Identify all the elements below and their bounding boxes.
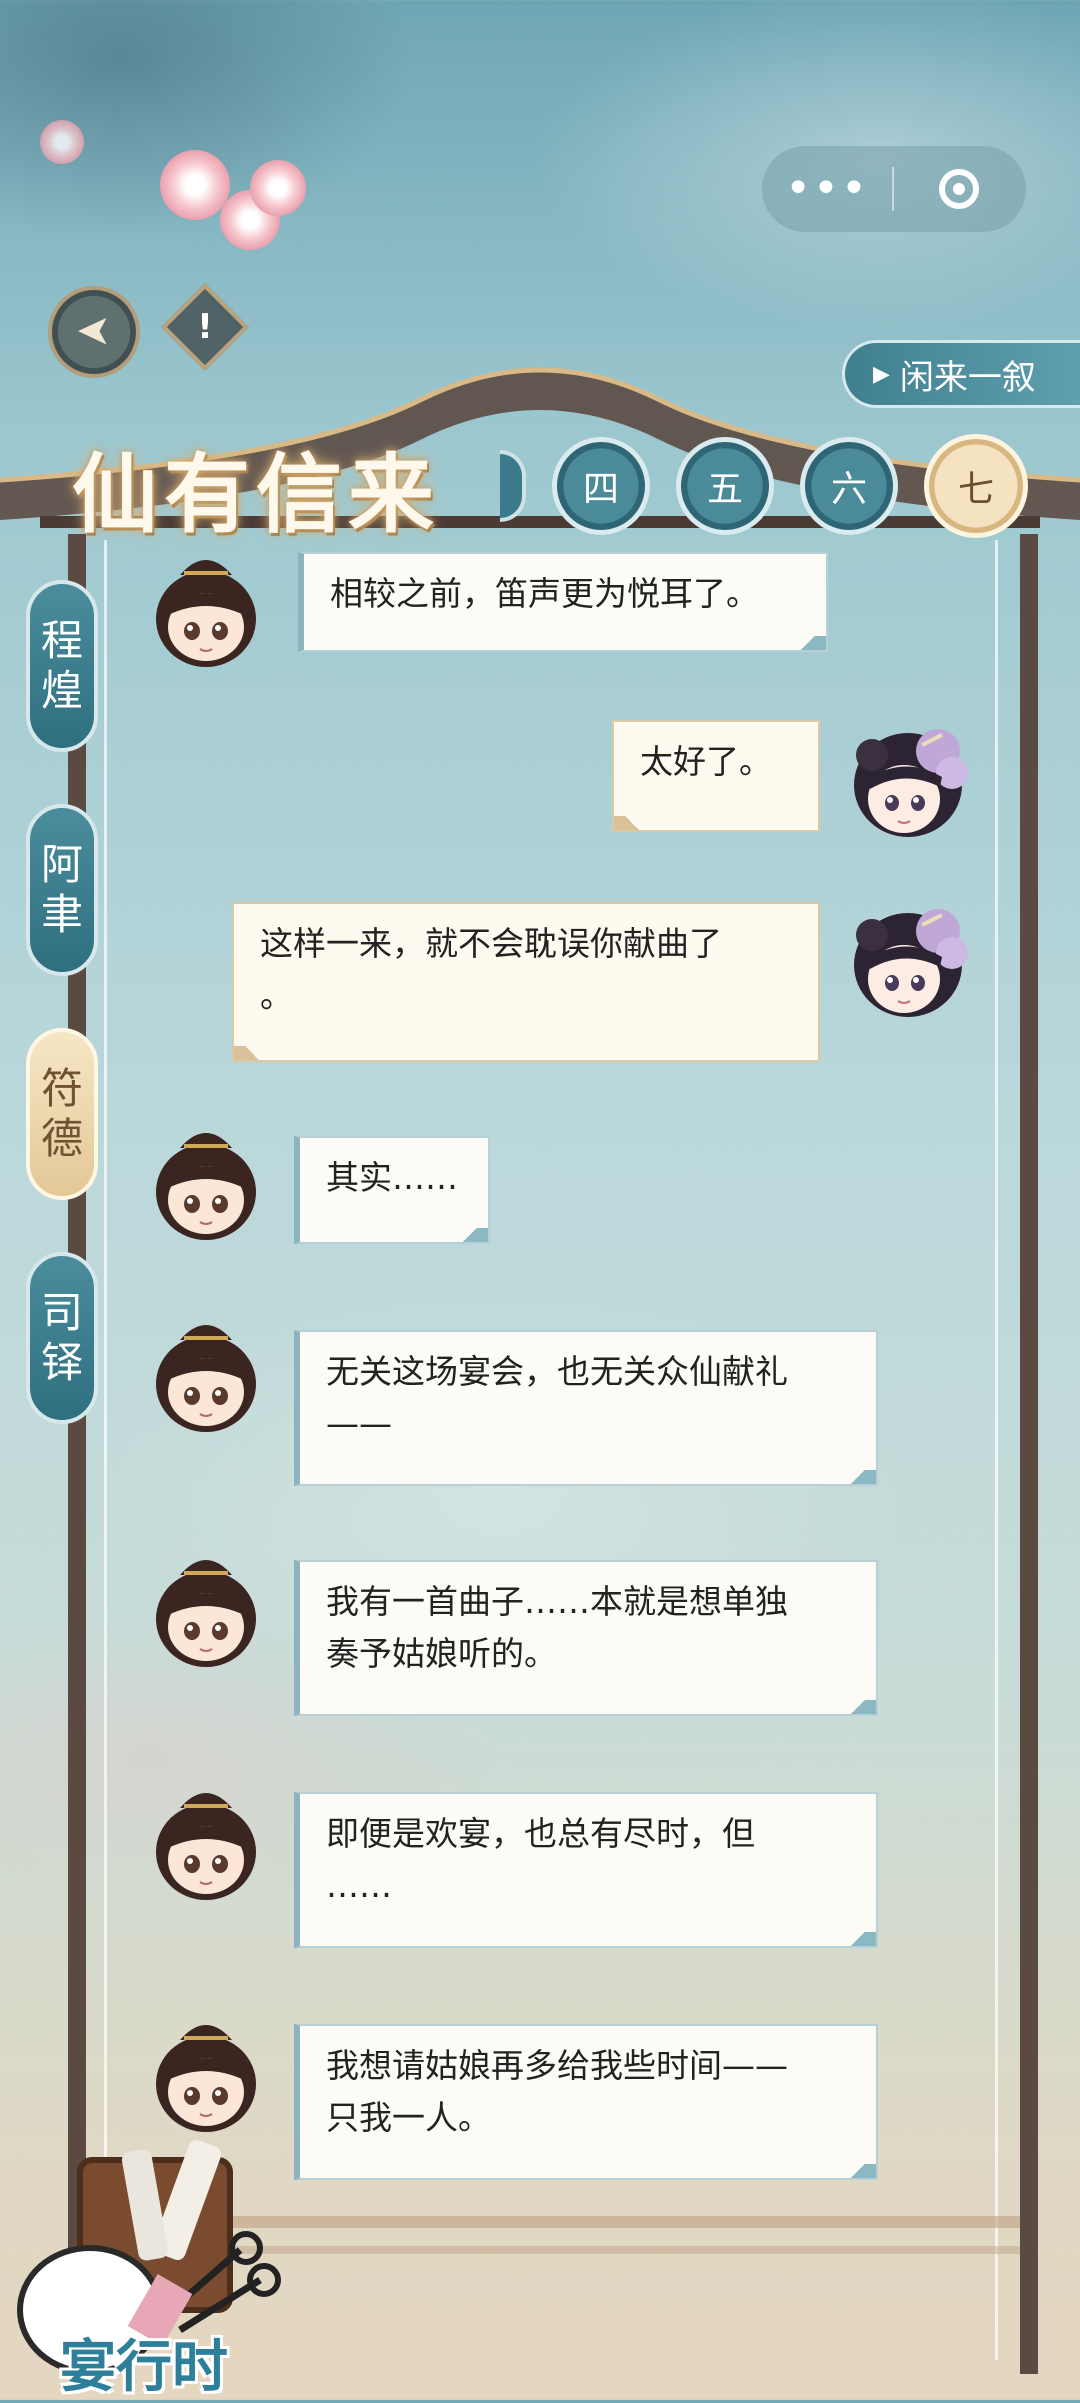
- sidebar-tab-fude[interactable]: 符 德: [26, 1028, 98, 1200]
- message-bubble: 这样一来，就不会耽误你献曲了。: [232, 902, 820, 1062]
- player-avatar[interactable]: [842, 715, 974, 847]
- message-text-line: 我想请姑娘再多给我些时间——: [326, 2046, 788, 2085]
- message-text-line: 这样一来，就不会耽误你献曲了: [260, 924, 722, 963]
- character-sidebar: 程 煌 阿 聿 符 德 司 铎: [26, 580, 98, 1424]
- speaker-avatar[interactable]: [140, 1778, 272, 1910]
- chapter-tab-5[interactable]: 五: [676, 437, 774, 535]
- sidebar-tab-chenghuang[interactable]: 程 煌: [26, 580, 98, 752]
- message-text-line: 其实……: [326, 1158, 458, 1197]
- message-text-line: 相较之前，笛声更为悦耳了。: [330, 574, 759, 613]
- blossom-decoration: [250, 160, 306, 216]
- message-text-line: 无关这场宴会，也无关众仙献礼: [326, 1352, 788, 1391]
- tab-char: 阿: [40, 840, 83, 889]
- tab-char: 煌: [40, 666, 83, 715]
- chapter-tab-4[interactable]: 四: [552, 437, 650, 535]
- message-text-line: 奏予姑娘听的。: [326, 1634, 557, 1673]
- message-bubble: 我想请姑娘再多给我些时间—— 只我一人。: [294, 2024, 878, 2180]
- speaker-avatar[interactable]: [140, 1118, 272, 1250]
- blossom-decoration: [40, 120, 84, 164]
- page-title: 仙有信来: [72, 444, 440, 545]
- more-dots-icon[interactable]: •••: [762, 167, 892, 211]
- speaker-avatar[interactable]: [140, 545, 272, 677]
- footer-label[interactable]: 宴行时: [60, 2322, 228, 2403]
- message-text-line: 太好了。: [640, 742, 772, 781]
- speaker-avatar[interactable]: [140, 1545, 272, 1677]
- message-bubble: 无关这场宴会，也无关众仙献礼 ——: [294, 1330, 878, 1486]
- tab-char: 聿: [40, 890, 83, 939]
- message-text-line: ——: [326, 1404, 392, 1443]
- tab-char: 符: [40, 1064, 83, 1113]
- chapter-tab-6[interactable]: 六: [800, 437, 898, 535]
- miniprogram-capsule: •••: [762, 146, 1026, 232]
- message-text-line: 。: [260, 976, 293, 1015]
- tab-char: 司: [40, 1288, 83, 1337]
- message-bubble: 我有一首曲子……本就是想单独 奏予姑娘听的。: [294, 1560, 878, 1716]
- message-bubble: 太好了。: [612, 720, 820, 832]
- tab-char: 铎: [40, 1338, 83, 1387]
- speaker-avatar[interactable]: [140, 1310, 272, 1442]
- sidebar-tab-ayu[interactable]: 阿 聿: [26, 804, 98, 976]
- message-bubble: 其实……: [294, 1136, 490, 1244]
- tab-char: 程: [40, 616, 83, 665]
- chapter-tab-partial[interactable]: [500, 450, 526, 522]
- message-bubble: 即便是欢宴，也总有尽时，但 ……: [294, 1792, 878, 1948]
- blossom-decoration: [160, 150, 230, 220]
- message-text-line: 我有一首曲子……本就是想单独: [326, 1582, 788, 1621]
- chapter-tabs: 四 五 六 七: [500, 434, 1028, 538]
- message-text-line: 即便是欢宴，也总有尽时，但: [326, 1814, 755, 1853]
- target-circle-icon[interactable]: [894, 169, 1024, 209]
- sidebar-tab-siduo[interactable]: 司 铎: [26, 1252, 98, 1424]
- tab-char: 德: [40, 1114, 83, 1163]
- message-bubble: 相较之前，笛声更为悦耳了。: [298, 552, 828, 652]
- chapter-tab-7[interactable]: 七: [924, 434, 1028, 538]
- message-text-line: 只我一人。: [326, 2098, 491, 2137]
- message-text-line: ……: [326, 1866, 392, 1905]
- speaker-avatar[interactable]: [140, 2010, 272, 2142]
- player-avatar[interactable]: [842, 895, 974, 1027]
